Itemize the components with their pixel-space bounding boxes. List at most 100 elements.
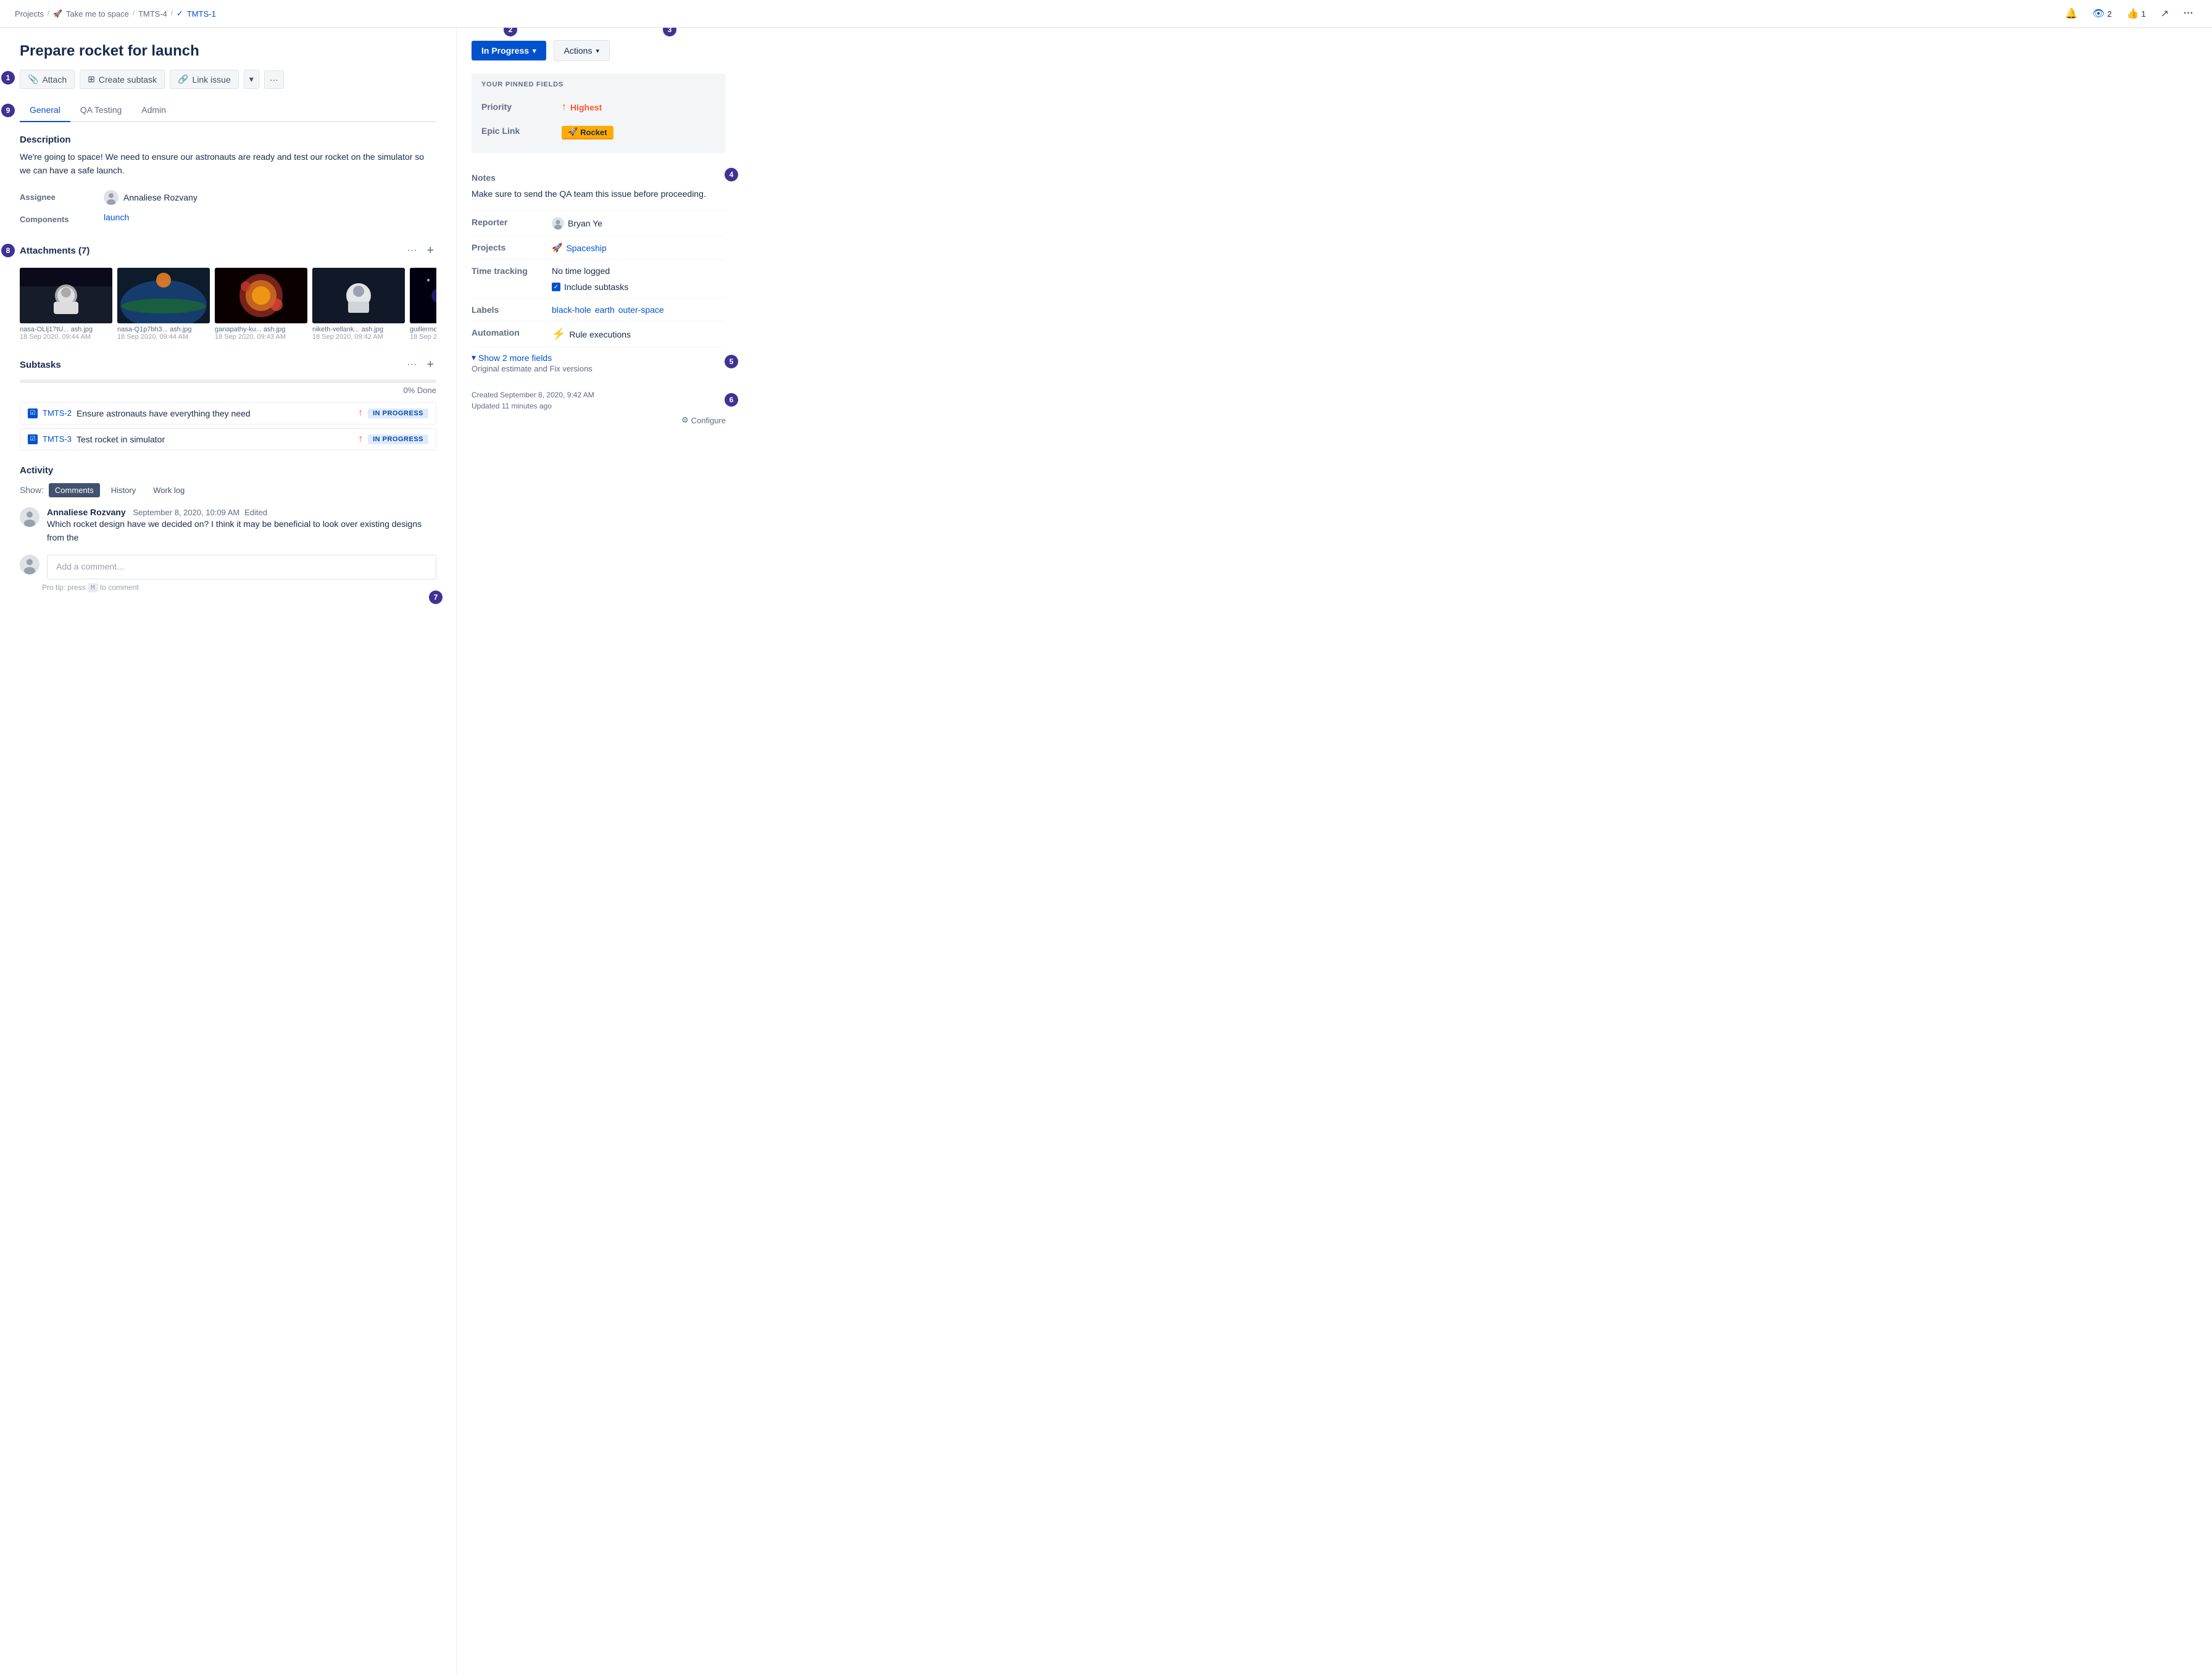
subtask-2-key[interactable]: TMTS-3 [43,434,72,444]
rocket-emoji: 🚀 [568,127,578,137]
assignee-name[interactable]: Annaliese Rozvany [123,193,198,202]
epic-name: Rocket [580,128,607,137]
attachment-5: guillermo-ferl... i 18 Sep 2020, 09:4 [410,268,436,341]
attachment-1: nasa-OLlj17tU... ash.jpg 18 Sep 2020, 09… [20,268,112,341]
actions-dropdown-icon: ▾ [596,47,599,55]
more-options-button[interactable]: ··· [2180,6,2197,22]
right-panel: 2 3 In Progress ▾ Actions ▾ YOUR PINNED … [457,28,741,1674]
watch-button[interactable]: 👁 2 [2089,5,2116,22]
epic-badge[interactable]: 🚀 Rocket [562,126,613,139]
breadcrumb-parent[interactable]: TMTS-4 [138,9,167,19]
comment-1-author: Annaliese Rozvany [47,507,126,517]
comment-1-text: Which rocket design have we decided on? … [47,517,436,545]
automation-text: Rule executions [569,329,631,339]
subtasks-title: Subtasks [20,360,61,370]
subtask-2-icon: ☑ [28,434,38,444]
project-link[interactable]: Spaceship [566,243,606,253]
chevron-down-icon-2: ▾ [472,352,476,363]
like-count: 1 [2141,9,2145,19]
configure-button[interactable]: ⚙ Configure [681,415,726,425]
components-link[interactable]: launch [104,212,129,222]
annotation-4: 4 [725,168,738,181]
label-earth[interactable]: earth [595,305,615,315]
attachments-more-button[interactable]: ··· [404,242,419,259]
priority-arrow-icon: ↑ [562,102,567,113]
automation-value: ⚡ Rule executions [552,328,726,341]
annotation-5: 5 [725,355,738,368]
tab-admin[interactable]: Admin [131,99,176,122]
status-label: In Progress [481,46,529,56]
attachment-1-name: nasa-OLlj17tU... ash.jpg [20,326,112,333]
subtask-2-name: Test rocket in simulator [77,434,165,444]
show-more-button[interactable]: ▾ Show 2 more fields [472,352,726,363]
subtask-1-name: Ensure astronauts have everything they n… [77,408,251,418]
like-button[interactable]: 👍 1 [2123,5,2149,22]
subtask-1-status[interactable]: IN PROGRESS [368,408,428,418]
comment-tip: Pro tip: press M to comment [42,583,436,592]
create-subtask-button[interactable]: ⊞ Create subtask [80,70,165,89]
label-outer-space[interactable]: outer-space [618,305,664,315]
top-bar: Projects / 🚀 Take me to space / TMTS-4 /… [0,0,2212,28]
label-black-hole[interactable]: black-hole [552,305,591,315]
annotation-7: 7 [429,590,443,604]
add-subtask-button[interactable]: + [424,355,436,375]
subtask-2-status[interactable]: IN PROGRESS [368,434,428,444]
more-icon: ··· [2184,8,2193,19]
more-toolbar-button[interactable]: ··· [264,70,284,89]
meta-dates: 6 Created September 8, 2020, 9:42 AM Upd… [472,383,726,425]
breadcrumb-projects[interactable]: Projects [15,9,44,19]
subtask-2-priority-icon: ↑ [358,434,363,445]
reporter-row: Reporter Bryan Ye [472,211,726,236]
main-layout: Prepare rocket for launch 1 📎 Attach ⊞ C… [0,28,2212,1674]
include-subtasks-checkbox[interactable]: ✓ [552,283,560,291]
attachment-3-date: 18 Sep 2020, 09:43 AM [215,333,307,341]
attachment-2: nasa-Q1p7bh3... ash.jpg 18 Sep 2020, 09:… [117,268,210,341]
tab-qa-testing[interactable]: QA Testing [70,99,131,122]
assignee-label: Assignee [20,190,94,202]
attachment-4: niketh-vellank... ash.jpg 18 Sep 2020, 0… [312,268,405,341]
status-button[interactable]: In Progress ▾ [472,41,546,60]
notes-text: Make sure to send the QA team this issue… [472,188,726,201]
priority-text: Highest [570,102,602,112]
status-actions-row: In Progress ▾ Actions ▾ [472,40,726,61]
bell-icon: 🔔 [2065,7,2077,20]
annotation-6: 6 [725,393,738,407]
history-tab[interactable]: History [105,483,142,497]
actions-button[interactable]: Actions ▾ [554,40,610,61]
subtasks-section: Subtasks ··· + 0% Done ☑ TMTS-2 Ensure a… [20,355,436,450]
notifications-button[interactable]: 🔔 [2061,5,2081,22]
attachments-section: 8 Attachments (7) ··· + [20,241,436,341]
actions-label: Actions [564,46,592,56]
attach-button[interactable]: 📎 Attach [20,70,75,89]
include-subtasks-row: ✓ Include subtasks [552,282,628,292]
jira-icon: ✓ [177,9,183,19]
annotation-3: 3 [663,28,676,36]
gear-icon: ⚙ [681,415,689,425]
attachment-4-date: 18 Sep 2020, 09:42 AM [312,333,405,341]
link-issue-button[interactable]: 🔗 Link issue [170,70,239,89]
add-attachment-button[interactable]: + [424,241,436,260]
reporter-value: Bryan Ye [552,217,726,230]
comment-1-avatar [20,507,40,527]
assignee-avatar [104,190,118,205]
work-log-tab[interactable]: Work log [147,483,191,497]
watch-count: 2 [2107,9,2111,19]
comment-input[interactable]: Add a comment... [47,555,436,579]
show-more-section: 5 ▾ Show 2 more fields Original estimate… [472,352,726,373]
expand-toolbar-button[interactable]: ▾ [244,70,259,89]
comment-1-edited: Edited [244,508,267,517]
breadcrumb-issue[interactable]: TMTS-1 [187,9,216,19]
breadcrumb-space[interactable]: Take me to space [66,9,129,19]
subtasks-progress-bar [20,379,436,383]
status-dropdown-icon: ▾ [533,47,536,55]
attachments-label: Attachments (7) [20,246,89,256]
subtask-item-1: ☑ TMTS-2 Ensure astronauts have everythi… [20,402,436,425]
annotation-8: 8 [1,244,15,257]
subtasks-more-button[interactable]: ··· [404,357,419,373]
comments-tab[interactable]: Comments [49,483,100,497]
share-button[interactable]: ↗ [2157,5,2172,22]
action-bar: 1 📎 Attach ⊞ Create subtask 🔗 Link issue… [20,70,436,89]
tab-general[interactable]: General [20,99,70,122]
attachment-3: ganapathy-ku... ash.jpg 18 Sep 2020, 09:… [215,268,307,341]
subtask-1-key[interactable]: TMTS-2 [43,408,72,418]
